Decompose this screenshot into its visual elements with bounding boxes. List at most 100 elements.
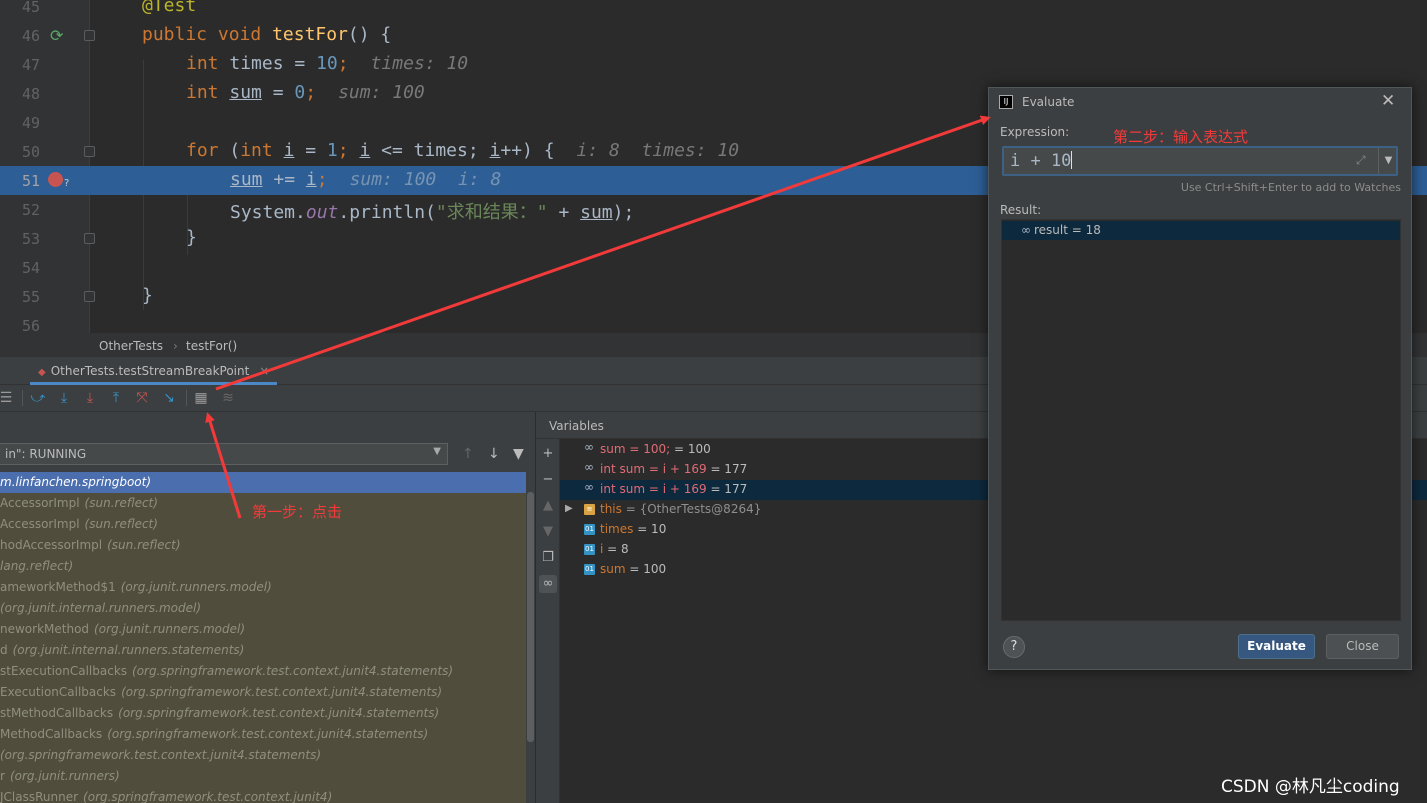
filter-icon[interactable]: ▼ <box>513 446 524 462</box>
line-number: 47 <box>21 56 40 74</box>
frame-row[interactable]: hodAccessorImpl (sun.reflect) <box>0 535 528 556</box>
line-number: 55 <box>21 288 40 306</box>
move-up-icon[interactable]: ▲ <box>539 497 557 515</box>
evaluate-button[interactable]: Evaluate <box>1238 634 1315 659</box>
frame-method: stMethodCallbacks <box>0 706 114 720</box>
frame-row[interactable]: MethodCallbacks (org.springframework.test… <box>0 724 528 745</box>
primitive-icon: 01 <box>584 524 595 535</box>
dialog-title-bar[interactable]: IJ Evaluate ✕ <box>989 88 1411 116</box>
frame-method: JClassRunner <box>0 790 79 803</box>
glasses-icon: ∞ <box>1021 223 1031 237</box>
frame-package: (org.springframework.test.context.junit4… <box>132 664 454 678</box>
frame-row[interactable]: lang.reflect) <box>0 556 528 577</box>
step-over-icon[interactable]: ⤓ <box>54 389 74 407</box>
variable-value: = 100 <box>670 442 711 456</box>
frame-row[interactable]: stExecutionCallbacks (org.springframework… <box>0 661 528 682</box>
frame-row[interactable]: JClassRunner (org.springframework.test.co… <box>0 787 528 803</box>
variable-name: int sum = i + 169 <box>600 482 707 496</box>
glasses-icon: ∞ <box>584 440 594 454</box>
code-line-47[interactable]: 47 int times = 10; times: 10 <box>0 50 1427 79</box>
frame-row[interactable]: (org.junit.internal.runners.model) <box>0 598 528 619</box>
code-line-46[interactable]: 46 public void testFor() { <box>0 21 1427 50</box>
layout-icon[interactable]: ☰ <box>0 389 16 407</box>
rerun-icon[interactable]: ⟳ <box>50 26 63 45</box>
watch-hint: Use Ctrl+Shift+Enter to add to Watches <box>1180 181 1401 194</box>
frame-method: hodAccessorImpl <box>0 538 103 552</box>
frame-scrollbar-thumb[interactable] <box>527 492 534 742</box>
frame-package: (org.springframework.test.context.junit4… <box>121 685 443 699</box>
result-row[interactable]: ∞ result = 18 <box>1002 221 1400 240</box>
chevron-down-icon: ▼ <box>433 446 441 457</box>
frame-method: ameworkMethod$1 <box>0 580 116 594</box>
fold-marker[interactable] <box>84 291 95 302</box>
frame-row[interactable]: d (org.junit.internal.runners.statements) <box>0 640 528 661</box>
thread-selector-value: in": RUNNING <box>5 447 87 461</box>
thread-selector[interactable]: in": RUNNING ▼ <box>0 443 448 465</box>
frame-package: (org.junit.runners) <box>9 769 120 783</box>
line-number: 50 <box>21 143 40 161</box>
history-dropdown-icon[interactable]: ▼ <box>1378 148 1398 174</box>
breakpoint-icon[interactable] <box>48 172 63 187</box>
primitive-icon: 01 <box>584 564 595 575</box>
close-tab-icon[interactable]: × <box>259 364 269 378</box>
variable-value: = 10 <box>633 522 667 536</box>
frame-method: ExecutionCallbacks <box>0 685 117 699</box>
debug-session-tab[interactable]: ◆ OtherTests.testStreamBreakPoint × <box>30 361 278 385</box>
variable-text: this = {OtherTests@8264} <box>600 502 761 516</box>
show-execution-point-icon[interactable]: ⤻ <box>28 389 48 407</box>
breakpoint-question-icon: ? <box>64 178 70 189</box>
fold-marker[interactable] <box>84 146 95 157</box>
frame-row[interactable]: ExecutionCallbacks (org.springframework.t… <box>0 682 528 703</box>
frame-row[interactable]: stMethodCallbacks (org.springframework.te… <box>0 703 528 724</box>
fold-marker[interactable] <box>84 233 95 244</box>
add-watch-icon[interactable]: + <box>539 445 557 463</box>
frame-method: d <box>0 643 8 657</box>
evaluate-expression-icon[interactable]: ▦ <box>191 389 211 407</box>
expression-label: Expression: <box>1000 125 1070 139</box>
frame-down-icon[interactable]: ↓ <box>488 446 500 462</box>
debug-tab-label: OtherTests.testStreamBreakPoint <box>50 364 250 378</box>
step-into-icon[interactable]: ⤓ <box>80 389 100 407</box>
line-number: 52 <box>21 201 40 219</box>
frame-row[interactable]: ameworkMethod$1 (org.junit.runners.model) <box>0 577 528 598</box>
inline-value-hint: i: 8 times: 10 <box>576 140 740 161</box>
variable-name: sum = 100; <box>600 442 671 456</box>
frame-row[interactable]: r (org.junit.runners) <box>0 766 528 787</box>
expression-value[interactable]: i + 10 <box>1010 151 1073 171</box>
breadcrumb-class[interactable]: OtherTests <box>99 339 163 353</box>
frame-row[interactable]: m.linfanchen.springboot) <box>0 472 528 493</box>
remove-watch-icon[interactable]: − <box>539 471 557 489</box>
run-to-cursor-icon[interactable]: ↘ <box>159 389 179 407</box>
fold-marker[interactable] <box>84 30 95 41</box>
debug-run-icon: ◆ <box>38 367 46 378</box>
watermark: CSDN @林凡尘coding <box>1221 777 1400 797</box>
glasses-icon[interactable]: ∞ <box>539 575 557 593</box>
result-tree[interactable]: ∞ result = 18 <box>1001 219 1401 621</box>
help-button[interactable]: ? <box>1003 636 1025 658</box>
variable-value: = {OtherTests@8264} <box>621 502 762 516</box>
expression-input[interactable]: i + 10 ⤢ ▼ <box>1002 146 1398 176</box>
step-out-icon[interactable]: ⤒ <box>106 389 126 407</box>
result-label: Result: <box>1000 203 1042 217</box>
drop-frame-icon[interactable]: ⤧ <box>132 389 152 407</box>
move-down-icon[interactable]: ▼ <box>539 523 557 541</box>
result-value: result = 18 <box>1034 223 1101 237</box>
expand-arrow-icon[interactable]: ▶ <box>565 503 573 514</box>
code-line-45[interactable]: 45 @Test <box>0 0 1427 21</box>
variable-value: = 177 <box>706 462 748 476</box>
trace-icon[interactable]: ≋ <box>218 389 238 407</box>
line-code: @Test <box>142 0 197 16</box>
expand-icon[interactable]: ⤢ <box>1356 153 1366 168</box>
inline-value-hint: sum: 100 i: 8 <box>349 169 502 190</box>
frame-up-icon[interactable]: ↑ <box>462 446 474 462</box>
breadcrumb-method[interactable]: testFor() <box>186 339 237 353</box>
line-number: 45 <box>21 0 40 16</box>
frame-row[interactable]: (org.springframework.test.context.junit4… <box>0 745 528 766</box>
close-button[interactable]: Close <box>1326 634 1399 659</box>
line-code: sum += i; sum: 100 i: 8 <box>230 169 502 190</box>
frame-package: (org.springframework.test.context.junit4… <box>107 727 429 741</box>
frame-row[interactable]: neworkMethod (org.junit.runners.model) <box>0 619 528 640</box>
variables-title: Variables <box>549 419 604 433</box>
duplicate-icon[interactable]: ❐ <box>539 549 557 567</box>
close-icon[interactable]: ✕ <box>1381 91 1395 111</box>
